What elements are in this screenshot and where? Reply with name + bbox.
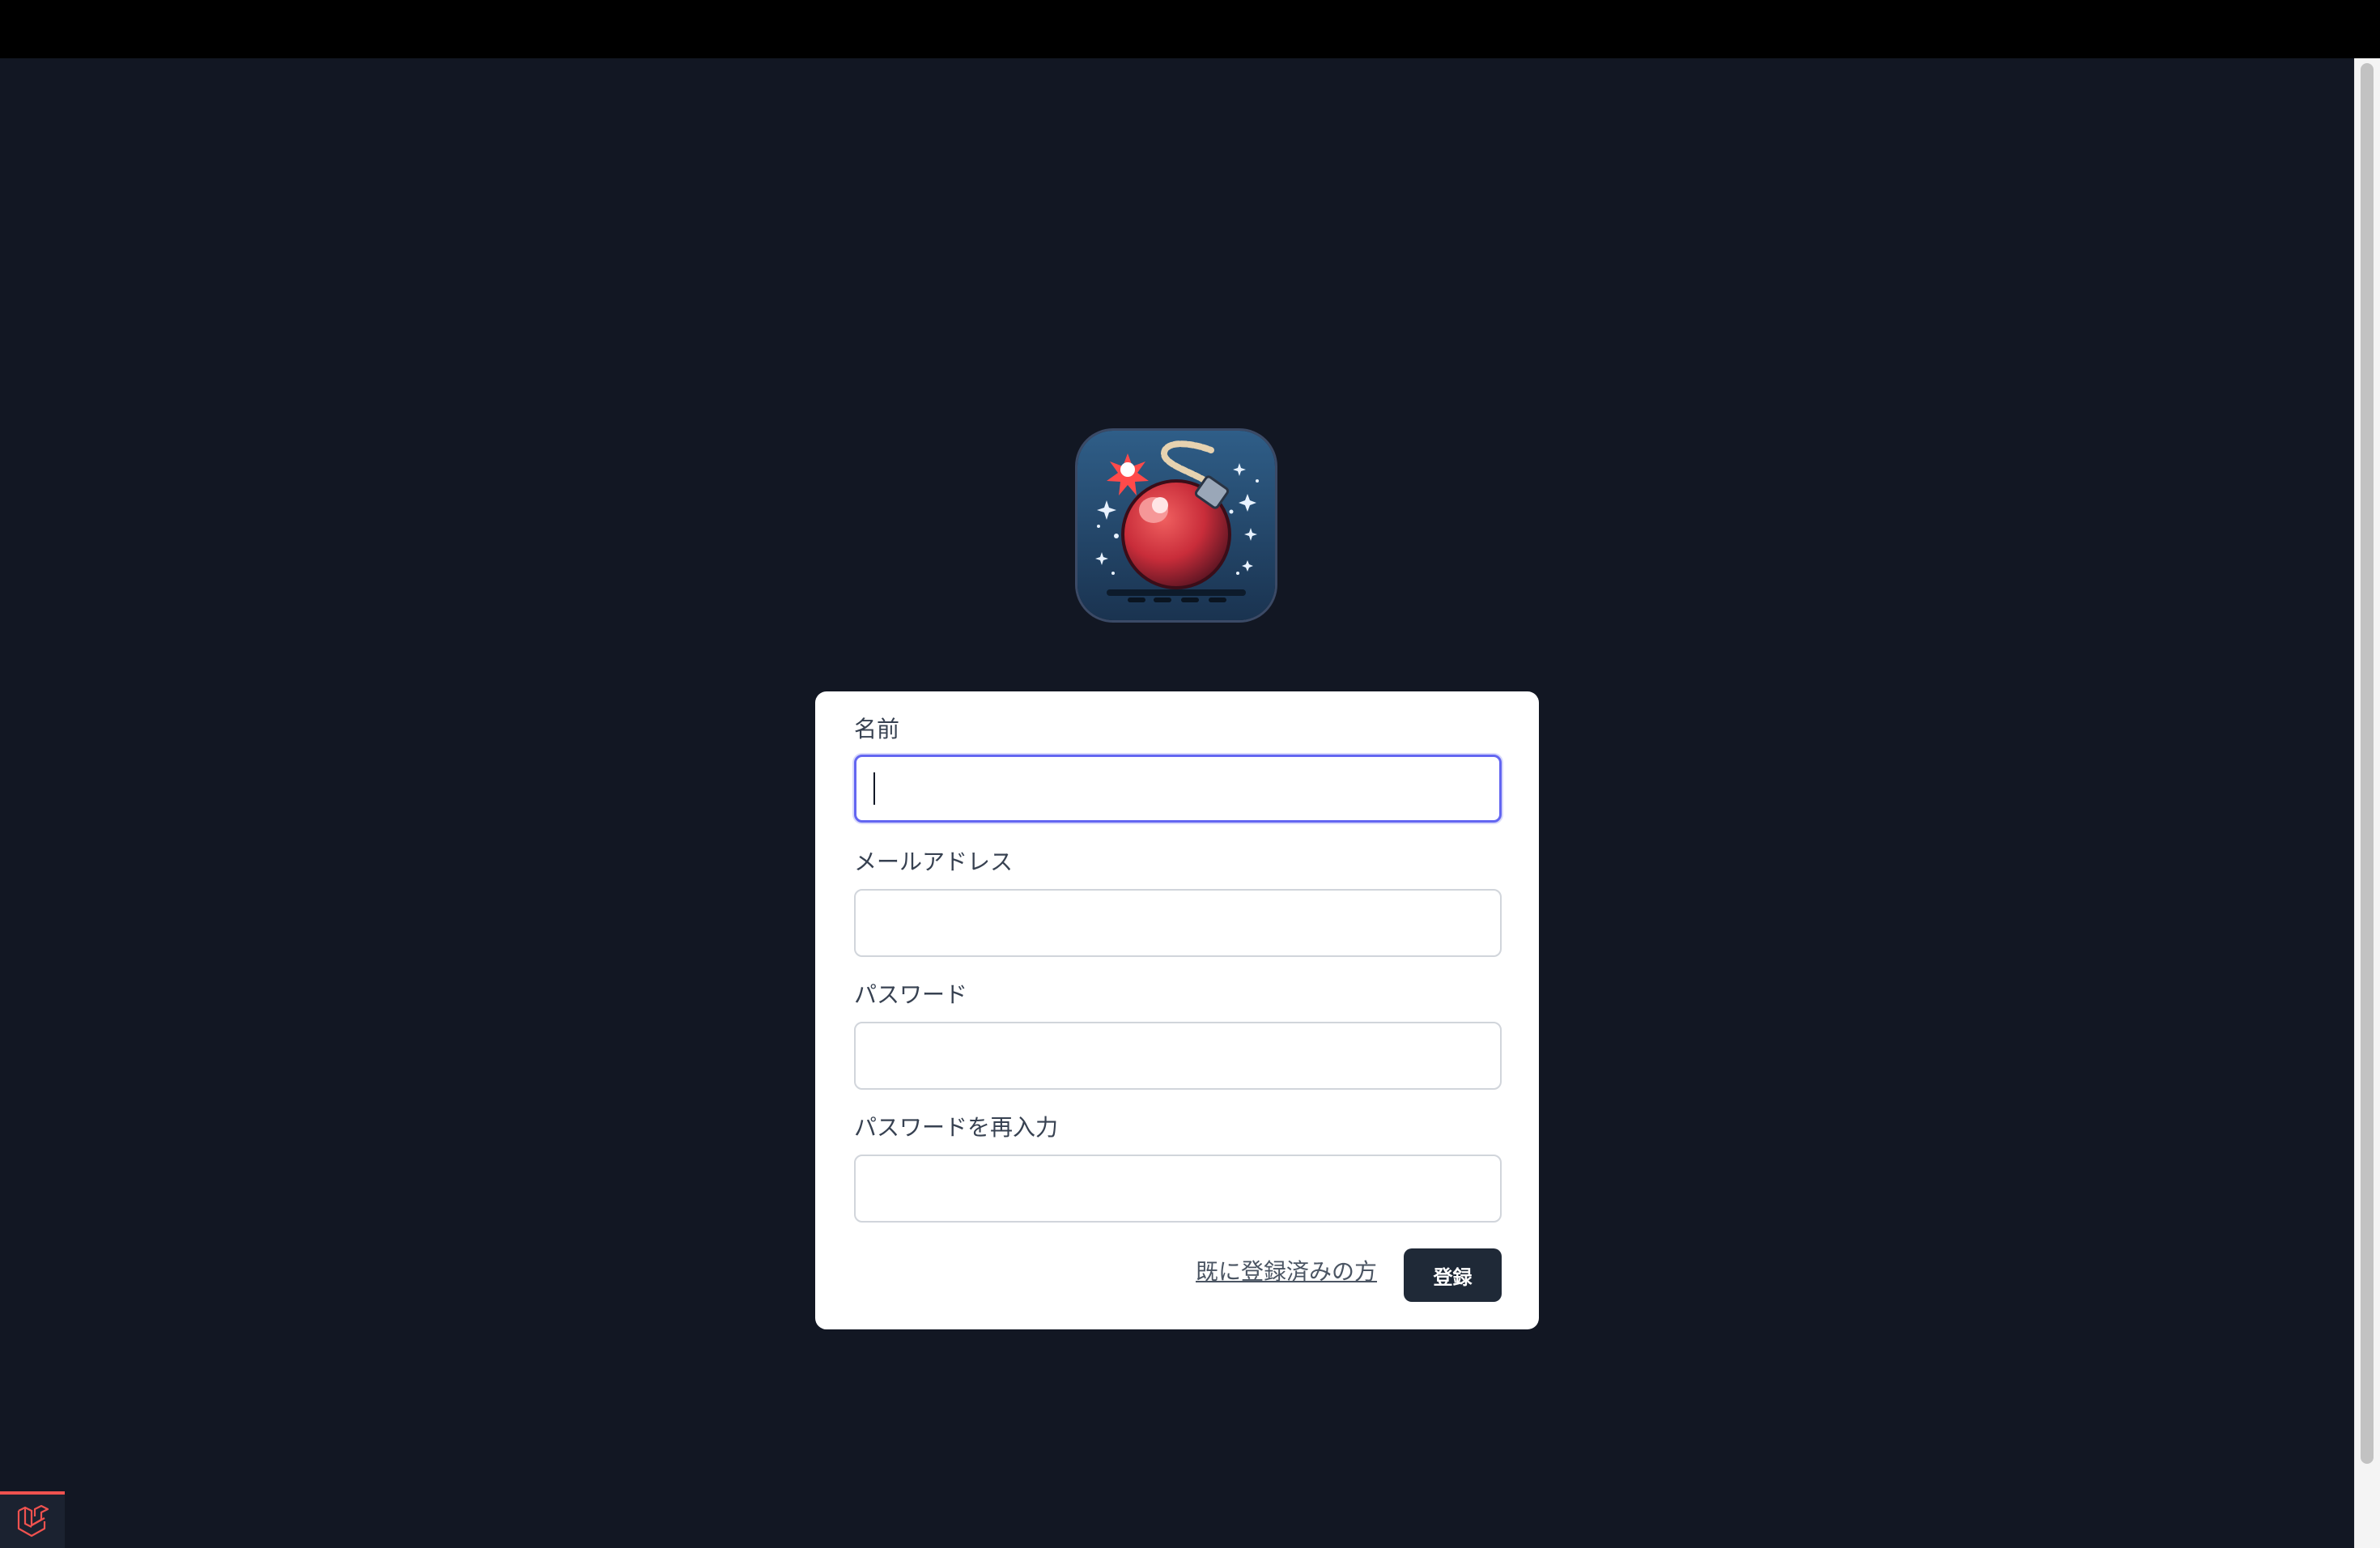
password-input[interactable] [854, 1022, 1502, 1090]
text-caret [873, 772, 875, 805]
bomb-icon [1077, 431, 1275, 620]
email-label: メールアドレス [854, 848, 1014, 875]
name-label: 名前 [854, 716, 900, 742]
already-registered-link[interactable]: 既に登録済みの方 [1196, 1258, 1377, 1286]
browser-top-bar [0, 0, 2380, 58]
register-button[interactable]: 登録 [1404, 1248, 1502, 1302]
debugbar-toggle[interactable] [0, 1491, 65, 1548]
vertical-scrollbar[interactable] [2354, 58, 2380, 1548]
register-form-card: 名前 メールアドレス パスワード パスワードを再入力 既に登録済みの方 登録 [815, 691, 1539, 1329]
password-confirm-label: パスワードを再入力 [854, 1114, 1059, 1141]
email-input[interactable] [854, 889, 1502, 957]
laravel-icon [17, 1504, 49, 1537]
scrollbar-thumb[interactable] [2361, 63, 2374, 1464]
password-confirm-input[interactable] [854, 1155, 1502, 1223]
password-label: パスワード [854, 981, 968, 1008]
app-logo[interactable] [1077, 431, 1275, 620]
page-background: 名前 メールアドレス パスワード パスワードを再入力 既に登録済みの方 登録 [0, 58, 2354, 1548]
name-input[interactable] [854, 755, 1502, 823]
